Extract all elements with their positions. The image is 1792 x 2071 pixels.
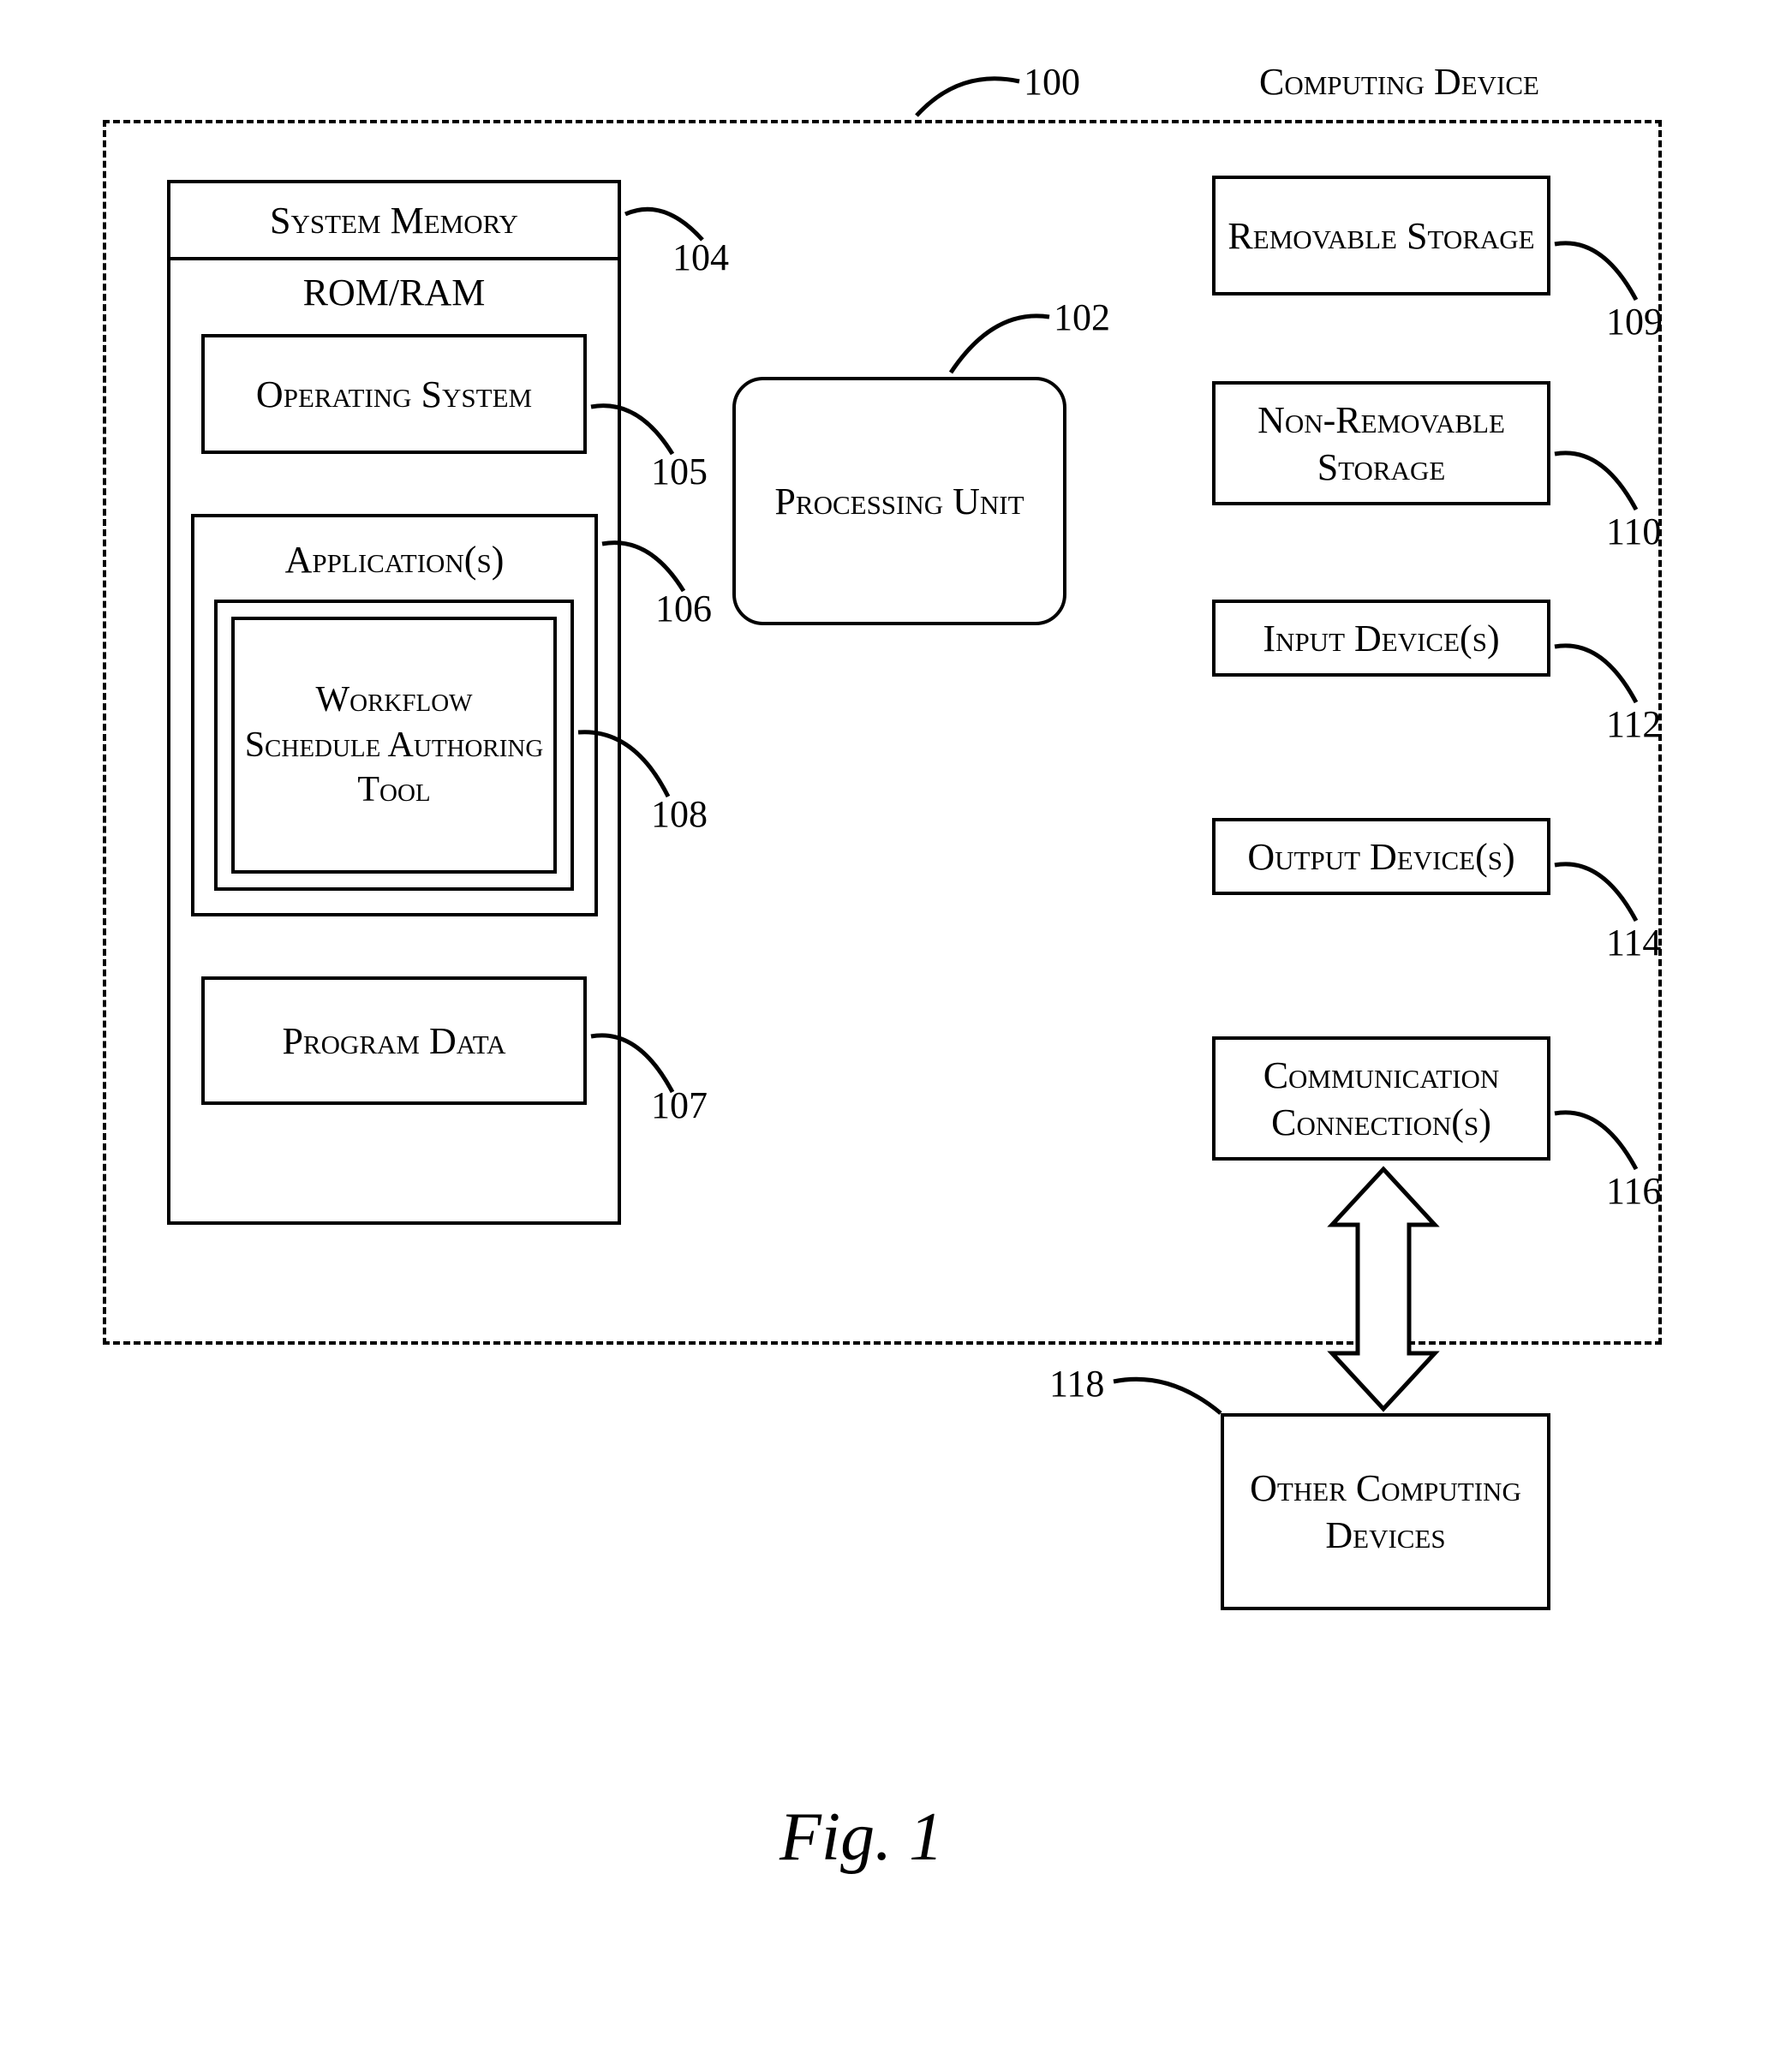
comm-connections-box: Communication Connection(s) — [1212, 1036, 1550, 1161]
ref-105: 105 — [651, 450, 708, 493]
ref-114: 114 — [1606, 921, 1661, 964]
ref-109: 109 — [1606, 300, 1663, 343]
processing-unit-box: Processing Unit — [732, 377, 1066, 625]
removable-storage-label: Removable Storage — [1219, 207, 1543, 265]
leader-100 — [908, 64, 1028, 133]
ref-107: 107 — [651, 1083, 708, 1127]
ref-108: 108 — [651, 792, 708, 836]
other-devices-label: Other Computing Devices — [1224, 1459, 1547, 1564]
computing-device-label: Computing Device — [1259, 60, 1539, 104]
input-devices-box: Input Device(s) — [1212, 600, 1550, 677]
operating-system-box: Operating System — [201, 334, 587, 454]
workflow-tool-label: Workflow Schedule Authoring Tool — [235, 672, 553, 818]
workflow-tool-box: Workflow Schedule Authoring Tool — [231, 617, 557, 874]
ref-116: 116 — [1606, 1169, 1661, 1213]
comm-connections-label: Communication Connection(s) — [1216, 1047, 1547, 1151]
system-memory-label: System Memory — [261, 192, 527, 249]
bidirectional-arrow-icon — [1319, 1165, 1448, 1413]
leader-112 — [1550, 634, 1645, 711]
other-devices-box: Other Computing Devices — [1221, 1413, 1550, 1610]
non-removable-storage-label: Non-Removable Storage — [1216, 391, 1547, 496]
ref-102: 102 — [1054, 295, 1110, 339]
operating-system-label: Operating System — [248, 366, 541, 423]
ref-104: 104 — [672, 236, 729, 279]
program-data-label: Program Data — [273, 1012, 514, 1070]
input-devices-label: Input Device(s) — [1254, 610, 1508, 667]
figure-caption: Fig. 1 — [780, 1799, 943, 1877]
removable-storage-box: Removable Storage — [1212, 176, 1550, 295]
system-memory-header: System Memory — [167, 180, 621, 257]
ref-110: 110 — [1606, 510, 1661, 553]
leader-110 — [1550, 441, 1645, 518]
ref-112: 112 — [1606, 702, 1661, 746]
leader-102 — [942, 304, 1054, 381]
leader-116 — [1550, 1101, 1645, 1178]
diagram-canvas: Computing Device 100 System Memory 104 R… — [34, 34, 1758, 2037]
ref-118: 118 — [1049, 1362, 1104, 1406]
leader-109 — [1550, 231, 1645, 308]
program-data-box: Program Data — [201, 976, 587, 1105]
output-devices-label: Output Device(s) — [1239, 828, 1523, 886]
leader-114 — [1550, 852, 1645, 929]
non-removable-storage-box: Non-Removable Storage — [1212, 381, 1550, 505]
applications-label: Application(s) — [194, 531, 594, 588]
rom-ram-label: ROM/RAM — [170, 271, 618, 314]
leader-118 — [1109, 1366, 1229, 1426]
processing-unit-label: Processing Unit — [766, 473, 1032, 530]
ref-106: 106 — [655, 587, 712, 630]
ref-100: 100 — [1024, 60, 1080, 104]
output-devices-box: Output Device(s) — [1212, 818, 1550, 895]
